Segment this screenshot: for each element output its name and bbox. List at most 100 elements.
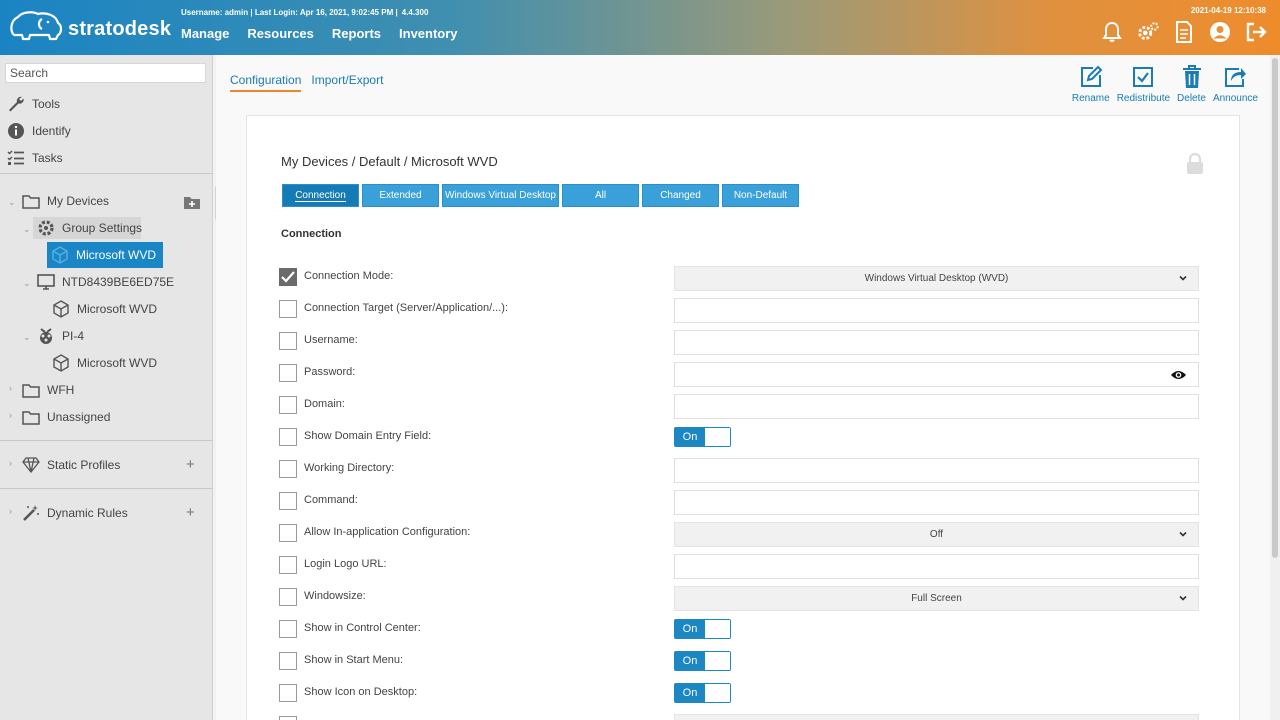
- divider: [0, 173, 213, 174]
- tree-device-ntd-profile[interactable]: Microsoft WVD: [52, 300, 157, 318]
- setting-row-login-logo: Login Logo URL:: [279, 554, 1199, 579]
- sidebar-item-tasks[interactable]: Tasks: [7, 149, 63, 167]
- connection-mode-select[interactable]: Windows Virtual Desktop (WVD): [674, 266, 1199, 291]
- desktop-icon-toggle[interactable]: On: [674, 683, 731, 703]
- setting-row-working-directory: Working Directory:: [279, 458, 1199, 483]
- working-directory-input[interactable]: [674, 458, 1199, 483]
- tree-my-devices[interactable]: My Devices: [22, 192, 109, 210]
- chevron-down-icon: [1178, 593, 1188, 606]
- override-checkbox[interactable]: [279, 364, 297, 382]
- redistribute-button[interactable]: Redistribute: [1117, 64, 1170, 104]
- tree-device-ntd[interactable]: NTD8439BE6ED75E: [37, 273, 174, 291]
- user-account-icon[interactable]: [1208, 20, 1232, 44]
- nav-inventory[interactable]: Inventory: [399, 26, 458, 41]
- delete-button[interactable]: Delete: [1177, 64, 1206, 104]
- filter-connection-button[interactable]: Connection: [282, 184, 359, 207]
- bell-icon[interactable]: [1100, 20, 1124, 44]
- override-checkbox[interactable]: [279, 524, 297, 542]
- announce-button[interactable]: Announce: [1213, 64, 1258, 104]
- eye-icon[interactable]: [1170, 368, 1187, 386]
- partial-select[interactable]: [674, 714, 1199, 720]
- chevron-right-icon[interactable]: ›: [9, 410, 12, 420]
- search-input[interactable]: [5, 63, 206, 83]
- sidebar-item-identify[interactable]: Identify: [7, 122, 71, 140]
- setting-label: Show Domain Entry Field:: [304, 430, 432, 442]
- tab-import-export[interactable]: Import/Export: [311, 73, 383, 92]
- sidebar-item-tools[interactable]: Tools: [7, 95, 60, 113]
- chevron-down-icon[interactable]: ⌄: [23, 224, 31, 235]
- nav-reports[interactable]: Reports: [332, 26, 381, 41]
- windowsize-select[interactable]: Full Screen: [674, 586, 1199, 611]
- tree-unassigned[interactable]: Unassigned: [22, 408, 110, 426]
- chevron-right-icon[interactable]: ›: [9, 458, 12, 468]
- username-input[interactable]: [674, 330, 1199, 355]
- filter-label: Connection: [295, 189, 346, 202]
- override-checkbox[interactable]: [279, 620, 297, 638]
- in-app-config-select[interactable]: Off: [674, 522, 1199, 547]
- chevron-down-icon[interactable]: ⌄: [23, 278, 31, 289]
- connection-target-input[interactable]: [674, 298, 1199, 323]
- check-square-icon: [1130, 64, 1156, 90]
- override-checkbox[interactable]: [279, 588, 297, 606]
- tree-group-profile-selected[interactable]: Microsoft WVD: [47, 242, 163, 268]
- chevron-right-icon[interactable]: ›: [9, 506, 12, 516]
- sidebar-item-static-profiles[interactable]: Static Profiles: [22, 456, 120, 474]
- override-checkbox[interactable]: [279, 556, 297, 574]
- rename-button[interactable]: Rename: [1072, 64, 1110, 104]
- chevron-right-icon[interactable]: ›: [9, 383, 12, 393]
- elephant-logo-icon: [8, 9, 64, 50]
- logo[interactable]: stratodesk: [8, 9, 171, 50]
- show-domain-toggle[interactable]: On: [674, 427, 731, 447]
- filter-all-button[interactable]: All: [562, 184, 639, 207]
- select-value: Full Screen: [911, 593, 962, 604]
- domain-input[interactable]: [674, 394, 1199, 419]
- password-input[interactable]: [674, 362, 1199, 387]
- chevron-down-icon[interactable]: ⌄: [8, 197, 16, 208]
- command-input[interactable]: [674, 490, 1199, 515]
- filter-non-default-button[interactable]: Non-Default: [722, 184, 799, 207]
- filter-label: Extended: [379, 190, 422, 201]
- override-checkbox[interactable]: [279, 268, 297, 286]
- filter-changed-button[interactable]: Changed: [642, 184, 719, 207]
- override-checkbox[interactable]: [279, 684, 297, 702]
- override-checkbox[interactable]: [279, 332, 297, 350]
- add-dynamic-rule-icon[interactable]: +: [186, 504, 195, 521]
- override-checkbox[interactable]: [279, 652, 297, 670]
- settings-gears-icon[interactable]: [1136, 20, 1160, 44]
- override-checkbox[interactable]: [279, 428, 297, 446]
- gear-icon: [37, 219, 55, 237]
- divider: [0, 440, 213, 441]
- override-checkbox[interactable]: [279, 460, 297, 478]
- add-folder-icon[interactable]: [183, 195, 201, 215]
- version-label: 4.4.300: [401, 8, 429, 17]
- lock-icon[interactable]: [1184, 152, 1206, 176]
- tree-wfh[interactable]: WFH: [22, 381, 74, 399]
- control-center-toggle[interactable]: On: [674, 619, 731, 639]
- tree-group-settings[interactable]: Group Settings: [33, 217, 142, 239]
- override-checkbox[interactable]: [279, 396, 297, 414]
- select-box[interactable]: Windows Virtual Desktop (WVD): [674, 266, 1199, 291]
- add-static-profile-icon[interactable]: +: [186, 456, 195, 473]
- tab-configuration[interactable]: Configuration: [230, 73, 302, 92]
- tree-device-pi4[interactable]: PI-4: [37, 327, 84, 345]
- nav-manage[interactable]: Manage: [181, 26, 229, 41]
- toggle-knob: [705, 620, 730, 638]
- document-icon[interactable]: [1172, 20, 1196, 44]
- filter-wvd-button[interactable]: Windows Virtual Desktop: [442, 184, 559, 207]
- login-logo-url-input[interactable]: [674, 554, 1199, 579]
- override-checkbox[interactable]: [279, 300, 297, 318]
- chevron-down-icon[interactable]: ⌄: [23, 332, 31, 343]
- sidebar-item-dynamic-rules[interactable]: Dynamic Rules: [22, 504, 128, 522]
- setting-row-connection-target: Connection Target (Server/Application/..…: [279, 298, 1199, 323]
- rename-label: Rename: [1071, 93, 1110, 104]
- override-checkbox[interactable]: [279, 716, 297, 720]
- scrollbar-thumb[interactable]: [1272, 58, 1278, 558]
- setting-label: Windowsize:: [304, 590, 366, 602]
- start-menu-toggle[interactable]: On: [674, 651, 731, 671]
- logout-icon[interactable]: [1244, 20, 1268, 44]
- filter-extended-button[interactable]: Extended: [362, 184, 439, 207]
- override-checkbox[interactable]: [279, 492, 297, 510]
- select-value: Windows Virtual Desktop (WVD): [864, 273, 1009, 284]
- tree-device-pi4-profile[interactable]: Microsoft WVD: [52, 354, 157, 372]
- nav-resources[interactable]: Resources: [247, 26, 313, 41]
